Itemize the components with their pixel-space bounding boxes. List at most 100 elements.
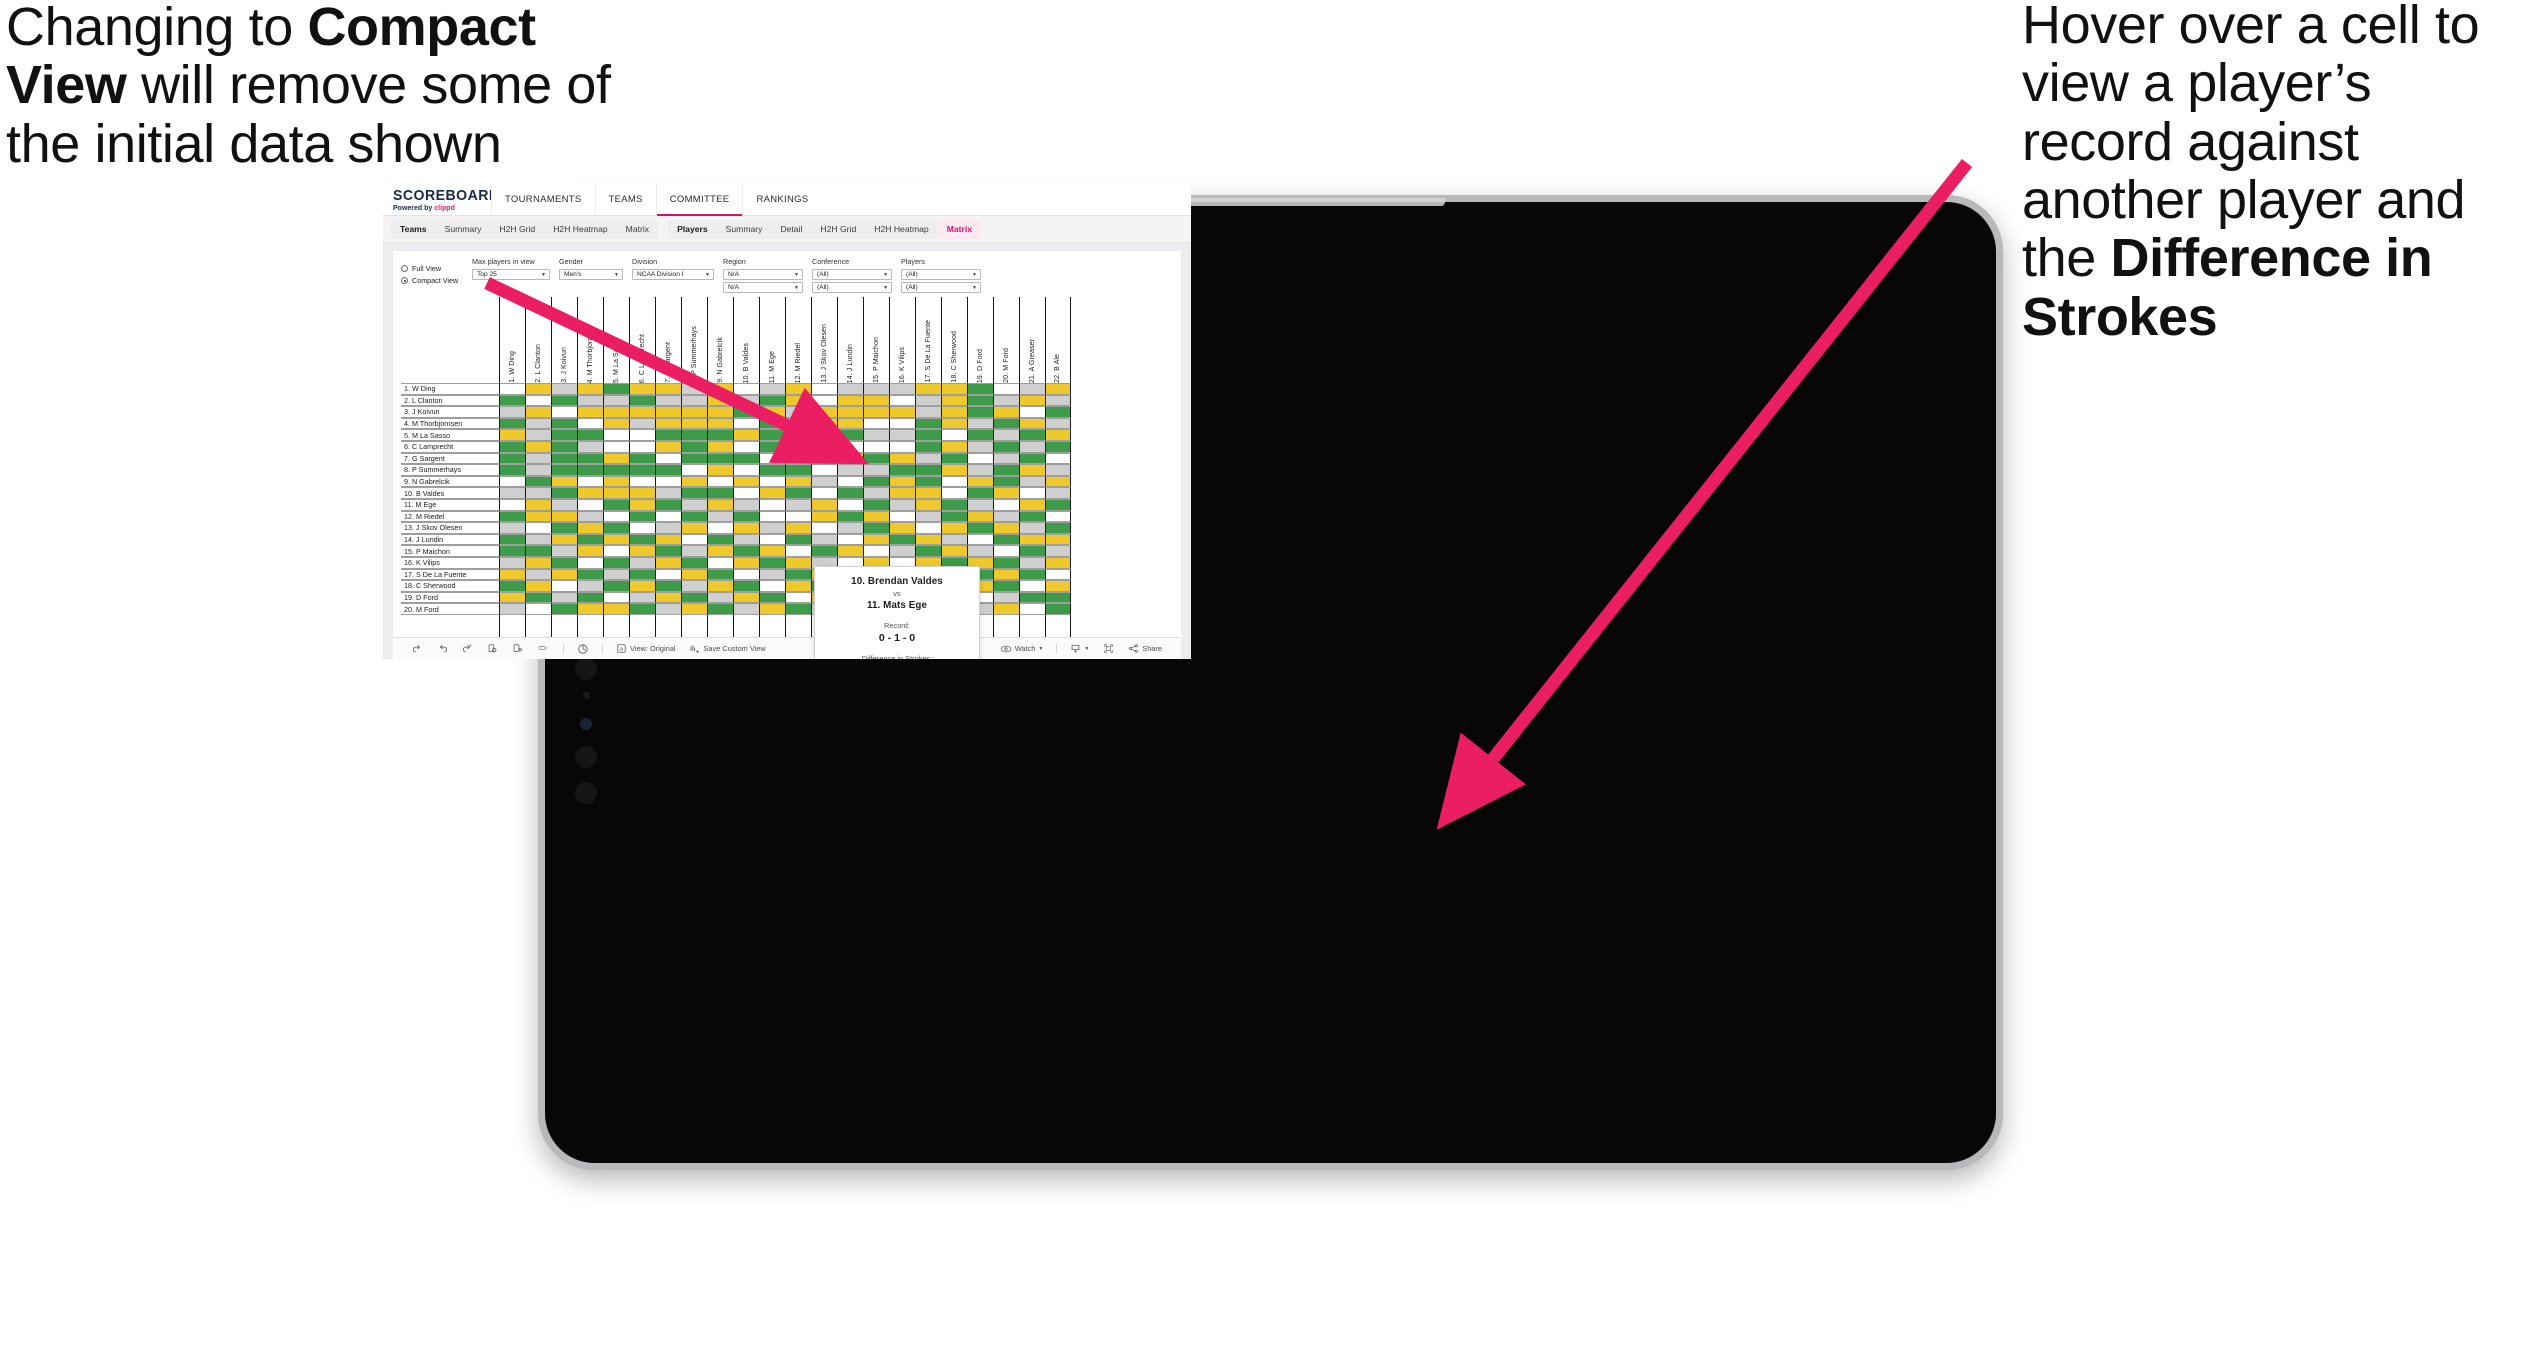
matrix-cell[interactable]: [603, 406, 629, 418]
matrix-cell[interactable]: [499, 383, 525, 395]
select-region-2[interactable]: N/A ▼: [723, 282, 803, 293]
matrix-cell[interactable]: [499, 591, 525, 604]
matrix-cell[interactable]: [577, 429, 603, 441]
matrix-cell[interactable]: [759, 591, 785, 604]
share-button[interactable]: Share: [1121, 643, 1169, 654]
select-players-2[interactable]: (All) ▼: [901, 282, 981, 293]
matrix-cell[interactable]: [967, 510, 993, 523]
matrix-cell[interactable]: [759, 556, 785, 569]
matrix-cell[interactable]: [551, 440, 577, 453]
revert-button[interactable]: [455, 643, 480, 654]
select-conference-2[interactable]: (All) ▼: [812, 282, 892, 293]
matrix-cell[interactable]: [707, 394, 733, 407]
matrix-cell[interactable]: [967, 545, 993, 557]
matrix-cell[interactable]: [733, 452, 759, 465]
matrix-cell[interactable]: [499, 475, 525, 488]
matrix-cell[interactable]: [707, 440, 733, 453]
matrix-cell[interactable]: [759, 522, 785, 534]
matrix-cell[interactable]: [1019, 556, 1045, 569]
matrix-cell[interactable]: [525, 545, 551, 557]
matrix-cell[interactable]: [1019, 533, 1045, 546]
matrix-cell[interactable]: [603, 417, 629, 430]
matrix-cell[interactable]: [499, 440, 525, 453]
matrix-cell[interactable]: [785, 545, 811, 557]
matrix-cell[interactable]: [525, 510, 551, 523]
matrix-cell[interactable]: [941, 383, 967, 395]
matrix-cell[interactable]: [785, 464, 811, 476]
matrix-cell[interactable]: [655, 475, 681, 488]
matrix-cell[interactable]: [811, 533, 837, 546]
matrix-cell[interactable]: [993, 591, 1019, 604]
matrix-cell[interactable]: [759, 603, 785, 615]
matrix-cell[interactable]: [811, 510, 837, 523]
matrix-cell[interactable]: [707, 545, 733, 557]
matrix-cell[interactable]: [863, 406, 889, 418]
subnav-players-matrix[interactable]: Matrix: [937, 219, 982, 239]
matrix-cell[interactable]: [1019, 452, 1045, 465]
matrix-cell[interactable]: [811, 475, 837, 488]
matrix-cell[interactable]: [759, 440, 785, 453]
matrix-cell[interactable]: [603, 383, 629, 395]
matrix-cell[interactable]: [629, 394, 655, 407]
matrix-cell[interactable]: [1045, 394, 1071, 407]
matrix-cell[interactable]: [993, 383, 1019, 395]
matrix-cell[interactable]: [733, 522, 759, 534]
matrix-cell[interactable]: [525, 603, 551, 615]
matrix-cell[interactable]: [629, 417, 655, 430]
matrix-cell[interactable]: [837, 452, 863, 465]
matrix-cell[interactable]: [655, 498, 681, 511]
matrix-cell[interactable]: [837, 475, 863, 488]
matrix-cell[interactable]: [525, 452, 551, 465]
matrix-cell[interactable]: [525, 487, 551, 499]
matrix-cell[interactable]: [863, 545, 889, 557]
matrix-cell[interactable]: [1045, 383, 1071, 395]
matrix-cell[interactable]: [837, 545, 863, 557]
matrix-cell[interactable]: [707, 568, 733, 581]
matrix-cell[interactable]: [759, 545, 785, 557]
matrix-cell[interactable]: [525, 475, 551, 488]
matrix-cell[interactable]: [681, 383, 707, 395]
matrix-cell[interactable]: [629, 498, 655, 511]
matrix-cell[interactable]: [1045, 475, 1071, 488]
matrix-cell[interactable]: [681, 603, 707, 615]
matrix-cell[interactable]: [915, 522, 941, 534]
matrix-cell[interactable]: [1019, 498, 1045, 511]
matrix-cell[interactable]: [499, 464, 525, 476]
matrix-cell[interactable]: [681, 452, 707, 465]
matrix-cell[interactable]: [1019, 591, 1045, 604]
matrix-cell[interactable]: [707, 383, 733, 395]
matrix-cell[interactable]: [863, 383, 889, 395]
matrix-cell[interactable]: [499, 545, 525, 557]
matrix-cell[interactable]: [525, 464, 551, 476]
matrix-cell[interactable]: [941, 522, 967, 534]
matrix-cell[interactable]: [889, 464, 915, 476]
nav-tab-tournaments[interactable]: TOURNAMENTS: [491, 184, 595, 215]
subnav-teams-h2h-grid[interactable]: H2H Grid: [490, 220, 544, 239]
matrix-cell[interactable]: [655, 510, 681, 523]
matrix-cell[interactable]: [655, 464, 681, 476]
matrix-cell[interactable]: [629, 487, 655, 499]
matrix-cell[interactable]: [889, 429, 915, 441]
matrix-cell[interactable]: [655, 533, 681, 546]
matrix-cell[interactable]: [1045, 522, 1071, 534]
redo-button[interactable]: [430, 643, 455, 654]
matrix-cell[interactable]: [707, 406, 733, 418]
matrix-cell[interactable]: [811, 498, 837, 511]
matrix-cell[interactable]: [811, 394, 837, 407]
select-players-1[interactable]: (All) ▼: [901, 269, 981, 280]
matrix-cell[interactable]: [681, 556, 707, 569]
matrix-cell[interactable]: [941, 464, 967, 476]
matrix-cell[interactable]: [655, 452, 681, 465]
matrix-cell[interactable]: [1019, 545, 1045, 557]
matrix-cell[interactable]: [733, 568, 759, 581]
matrix-cell[interactable]: [915, 475, 941, 488]
matrix-cell[interactable]: [499, 429, 525, 441]
matrix-cell[interactable]: [837, 394, 863, 407]
matrix-cell[interactable]: [785, 568, 811, 581]
matrix-cell[interactable]: [525, 568, 551, 581]
matrix-cell[interactable]: [837, 429, 863, 441]
matrix-cell[interactable]: [681, 545, 707, 557]
matrix-cell[interactable]: [993, 545, 1019, 557]
radio-full-view[interactable]: Full View: [401, 264, 463, 273]
matrix-cell[interactable]: [681, 417, 707, 430]
